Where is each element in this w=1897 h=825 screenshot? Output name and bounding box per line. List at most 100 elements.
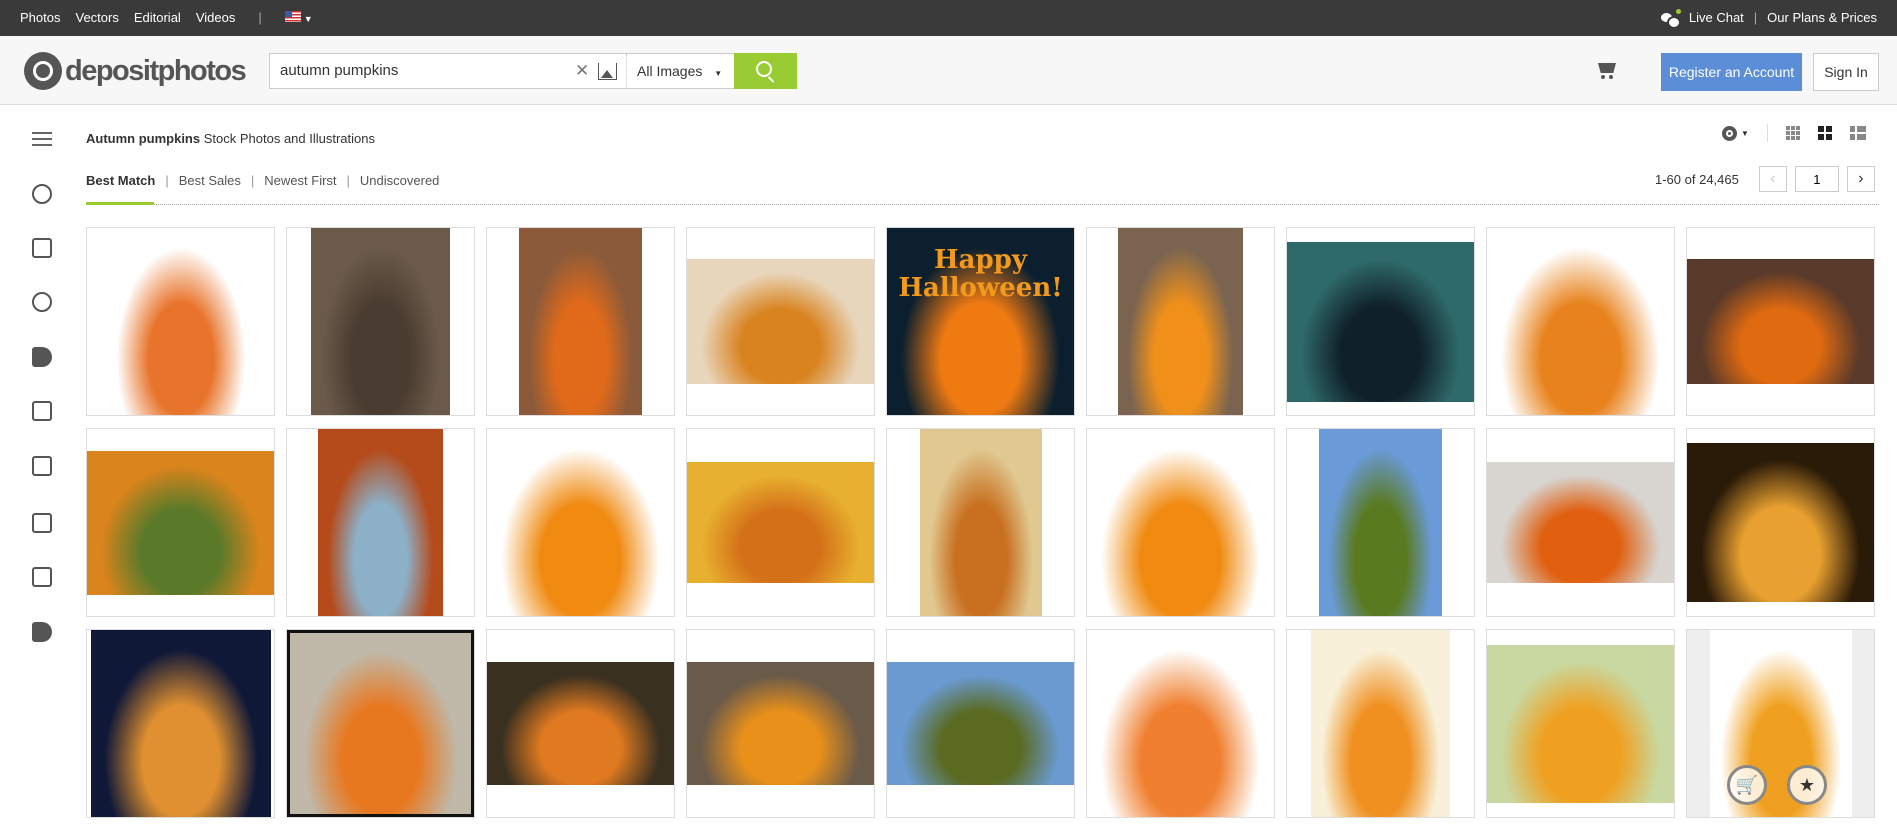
image-type-select[interactable]: All Images ▼ [626, 54, 732, 88]
trending-button[interactable] [28, 182, 56, 206]
logo[interactable]: depositphotos [24, 52, 247, 90]
search-input[interactable] [280, 62, 580, 79]
search-button[interactable] [734, 53, 797, 89]
result-tile[interactable] [1286, 428, 1475, 617]
live-chat-icon [1660, 8, 1681, 29]
result-tile[interactable] [686, 428, 875, 617]
result-thumbnail[interactable] [687, 462, 874, 583]
result-tile[interactable]: 🛒 ★ [1686, 629, 1875, 818]
result-thumbnail[interactable] [487, 662, 674, 785]
tag-minus-button[interactable] [28, 345, 56, 369]
sort-tabs: Best Match | Best Sales | Newest First | Un… [86, 173, 440, 188]
result-tile[interactable] [686, 227, 875, 416]
small-grid-view-icon[interactable] [1785, 126, 1800, 140]
result-tile[interactable] [486, 629, 675, 818]
result-thumbnail[interactable] [90, 630, 271, 817]
page-input[interactable] [1794, 166, 1839, 192]
result-tile[interactable] [1086, 629, 1275, 818]
result-thumbnail[interactable] [104, 228, 257, 415]
menu-button[interactable] [28, 127, 56, 151]
result-thumbnail[interactable] [1687, 259, 1874, 384]
nav-vectors[interactable]: Vectors [75, 10, 118, 25]
result-tile[interactable] [286, 227, 475, 416]
result-tile[interactable]: Happy Halloween! [886, 227, 1075, 416]
result-tile[interactable] [1486, 629, 1675, 818]
result-tile[interactable] [1286, 629, 1475, 818]
result-thumbnail[interactable] [1319, 429, 1442, 616]
result-thumbnail[interactable] [1287, 241, 1474, 402]
result-thumbnail[interactable] [1687, 443, 1874, 602]
cart-icon[interactable] [1594, 61, 1618, 79]
result-thumbnail[interactable] [519, 228, 642, 415]
frame-icon [32, 401, 52, 421]
result-tile[interactable] [686, 629, 875, 818]
nav-videos[interactable]: Videos [196, 10, 236, 25]
tab-best-sales[interactable]: Best Sales [179, 173, 241, 188]
result-thumbnail[interactable] [887, 662, 1074, 785]
tab-newest-first[interactable]: Newest First [264, 173, 336, 188]
result-thumbnail[interactable]: Happy Halloween! [887, 228, 1074, 415]
settings-button[interactable]: ▼ [1722, 125, 1749, 141]
user-circle-button[interactable] [28, 290, 56, 314]
result-thumbnail[interactable] [311, 228, 450, 415]
nav-photos[interactable]: Photos [20, 10, 60, 25]
result-thumbnail[interactable] [1118, 228, 1243, 415]
header: depositphotos ✕ All Images ▼ Register an… [0, 36, 1897, 105]
result-tile[interactable] [1486, 227, 1675, 416]
result-tile[interactable] [1286, 227, 1475, 416]
mosaic-view-icon[interactable] [1849, 126, 1866, 140]
result-tile[interactable] [1686, 227, 1875, 416]
result-tile[interactable] [286, 629, 475, 818]
result-thumbnail[interactable] [287, 630, 474, 817]
result-thumbnail[interactable] [1087, 630, 1274, 817]
image-search-icon[interactable] [598, 63, 617, 80]
expand-button[interactable] [28, 565, 56, 589]
register-button[interactable]: Register an Account [1661, 53, 1802, 91]
result-tile[interactable] [486, 227, 675, 416]
result-thumbnail[interactable] [687, 662, 874, 785]
nav-editorial[interactable]: Editorial [134, 10, 181, 25]
top-bar: Photos Vectors Editorial Videos | ▼ Live… [0, 0, 1897, 36]
prev-page-button[interactable]: ‹ [1758, 166, 1787, 192]
camera-logo-icon [24, 52, 62, 90]
people-button[interactable] [28, 511, 56, 535]
result-thumbnail[interactable] [687, 259, 874, 384]
result-tile[interactable] [86, 227, 275, 416]
result-thumbnail[interactable] [87, 450, 274, 595]
frame-button[interactable] [28, 399, 56, 423]
result-tile[interactable] [1486, 428, 1675, 617]
tab-best-match[interactable]: Best Match [86, 173, 155, 188]
plans-prices-link[interactable]: Our Plans & Prices [1767, 10, 1877, 25]
next-page-button[interactable]: › [1846, 166, 1875, 192]
result-tile[interactable] [1086, 227, 1275, 416]
result-tile[interactable] [86, 629, 275, 818]
result-thumbnail[interactable] [1087, 429, 1274, 616]
result-tile[interactable] [486, 428, 675, 617]
result-thumbnail[interactable] [1487, 228, 1674, 415]
result-tile[interactable] [86, 428, 275, 617]
large-grid-view-icon[interactable] [1817, 126, 1832, 140]
result-tile[interactable] [1086, 428, 1275, 617]
add-to-favorites-icon[interactable]: ★ [1787, 765, 1827, 805]
sign-in-button[interactable]: Sign In [1813, 53, 1879, 91]
paint-bucket-button[interactable] [28, 620, 56, 644]
result-tile[interactable] [1686, 428, 1875, 617]
language-selector[interactable]: ▼ [284, 10, 313, 25]
news-button[interactable] [28, 454, 56, 478]
result-thumbnail[interactable] [487, 429, 674, 616]
result-thumbnail[interactable] [318, 429, 443, 616]
result-tile[interactable] [886, 428, 1075, 617]
result-thumbnail[interactable] [919, 429, 1042, 616]
clear-icon[interactable]: ✕ [575, 61, 589, 81]
result-tile[interactable] [886, 629, 1075, 818]
result-thumbnail[interactable] [1487, 644, 1674, 803]
result-thumbnail[interactable] [1487, 462, 1674, 583]
add-to-cart-icon[interactable]: 🛒 [1727, 765, 1767, 805]
result-tile[interactable] [286, 428, 475, 617]
results-count: 1-60 of 24,465 [1655, 171, 1739, 187]
list-button[interactable] [28, 236, 56, 260]
result-thumbnail[interactable] [1311, 630, 1450, 817]
title-rest: Stock Photos and Illustrations [203, 131, 375, 146]
live-chat-link[interactable]: Live Chat [1689, 10, 1744, 25]
tab-undiscovered[interactable]: Undiscovered [360, 173, 440, 188]
